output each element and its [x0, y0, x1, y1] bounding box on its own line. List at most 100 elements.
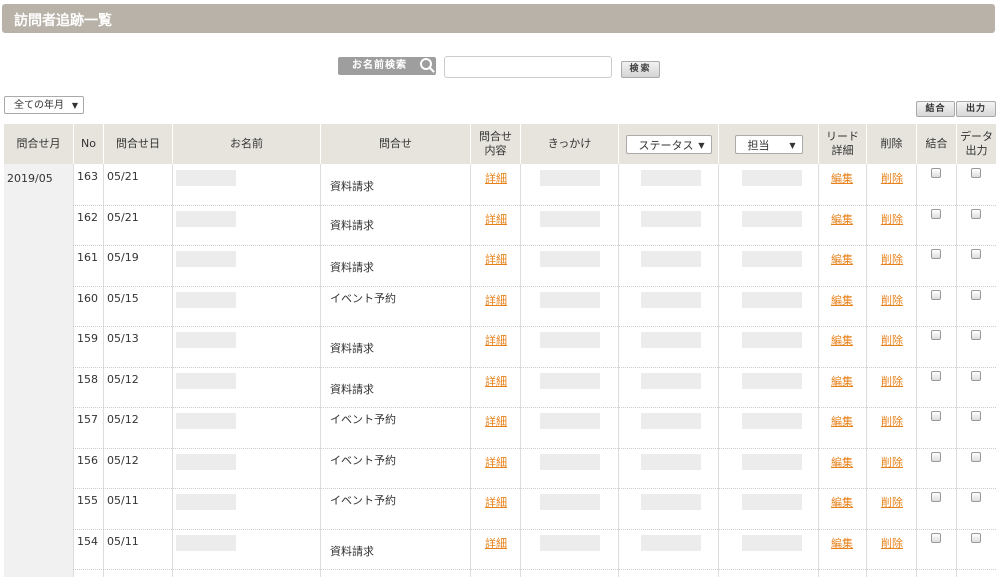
merge-checkbox[interactable] [931, 370, 941, 381]
table-row: 161 05/19 資料請求 詳細 編集 削除 [73, 245, 996, 287]
edit-link[interactable]: 編集 [831, 413, 853, 429]
row-no: 156 [77, 453, 98, 467]
merge-checkbox[interactable] [931, 532, 941, 543]
row-date: 05/12 [107, 413, 139, 426]
merge-checkbox[interactable] [931, 330, 941, 340]
export-checkbox[interactable] [971, 168, 981, 178]
delete-link[interactable]: 削除 [881, 332, 903, 348]
row-status-blank [641, 332, 701, 348]
edit-link[interactable]: 編集 [831, 494, 853, 510]
delete-link[interactable]: 削除 [881, 251, 903, 267]
detail-link[interactable]: 詳細 [485, 332, 507, 348]
year-month-select[interactable]: 全ての年月 ▼ [4, 96, 84, 114]
merge-checkbox[interactable] [931, 492, 941, 502]
row-owner-blank [742, 453, 802, 470]
export-button[interactable]: 出力 [956, 101, 996, 117]
table-row: 163 05/21 資料請求 詳細 編集 削除 [73, 164, 996, 206]
detail-link[interactable]: 詳細 [485, 373, 507, 389]
row-trigger-blank [540, 210, 600, 227]
export-checkbox[interactable] [971, 451, 981, 462]
delete-link[interactable]: 削除 [881, 454, 903, 470]
detail-link[interactable]: 詳細 [485, 251, 507, 267]
owner-filter-label: 担当 [747, 138, 770, 152]
row-name-blank [176, 291, 236, 308]
owner-filter-select[interactable]: 担当 ▼ [734, 134, 803, 154]
table-row: 158 05/12 資料請求 詳細 編集 削除 [73, 367, 996, 408]
export-checkbox[interactable] [971, 249, 981, 259]
header-lead-line1: リード [826, 130, 859, 143]
row-trigger-blank [540, 170, 600, 186]
delete-link[interactable]: 削除 [881, 292, 903, 308]
row-trigger-blank [540, 494, 600, 510]
header-status: ステータス ▼ [618, 124, 718, 164]
merge-checkbox[interactable] [931, 208, 941, 219]
row-status-blank [641, 170, 701, 186]
row-name-blank [176, 332, 236, 348]
header-export-line1: データ [960, 130, 993, 143]
row-date: 05/11 [107, 494, 139, 507]
delete-link[interactable]: 削除 [881, 373, 903, 389]
row-date: 05/15 [107, 291, 139, 305]
detail-link[interactable]: 詳細 [485, 413, 507, 429]
search-button[interactable]: 検索 [621, 61, 660, 78]
export-checkbox[interactable] [971, 532, 981, 543]
row-no: 161 [77, 251, 98, 264]
row-no: 154 [77, 534, 98, 548]
delete-link[interactable]: 削除 [881, 211, 903, 227]
name-search-input[interactable] [444, 56, 612, 78]
delete-link[interactable]: 削除 [881, 170, 903, 186]
row-date: 05/12 [107, 453, 139, 467]
edit-link[interactable]: 編集 [831, 332, 853, 348]
merge-checkbox[interactable] [931, 451, 941, 462]
detail-link[interactable]: 詳細 [485, 292, 507, 308]
row-name-blank [176, 251, 236, 267]
edit-link[interactable]: 編集 [831, 251, 853, 267]
merge-checkbox[interactable] [931, 289, 941, 300]
status-filter-select[interactable]: ステータス ▼ [625, 134, 712, 154]
detail-link[interactable]: 詳細 [485, 535, 507, 551]
row-name-blank [176, 494, 236, 510]
merge-button[interactable]: 結合 [916, 101, 955, 117]
export-checkbox[interactable] [971, 370, 981, 381]
row-owner-blank [742, 494, 802, 510]
merge-checkbox[interactable] [931, 168, 941, 178]
table-row: 160 05/15 イベント予約 詳細 編集 削除 [73, 286, 996, 327]
row-inquiry: 資料請求 [330, 544, 374, 558]
detail-link[interactable]: 詳細 [485, 170, 507, 186]
row-owner-blank [742, 170, 802, 186]
delete-link[interactable]: 削除 [881, 535, 903, 551]
row-name-blank [176, 372, 236, 389]
month-value: 2019/05 [7, 172, 53, 185]
row-status-blank [641, 494, 701, 510]
edit-link[interactable]: 編集 [831, 535, 853, 551]
delete-link[interactable]: 削除 [881, 494, 903, 510]
row-status-blank [641, 413, 701, 429]
header-lead-line2: 詳細 [831, 144, 854, 157]
edit-link[interactable]: 編集 [831, 454, 853, 470]
detail-link[interactable]: 詳細 [485, 454, 507, 470]
merge-checkbox[interactable] [931, 411, 941, 421]
export-checkbox[interactable] [971, 289, 981, 300]
detail-link[interactable]: 詳細 [485, 211, 507, 227]
row-date: 05/11 [107, 534, 139, 548]
header-date: 問合せ日 [103, 124, 172, 164]
row-inquiry: イベント予約 [330, 494, 396, 507]
export-checkbox[interactable] [971, 330, 981, 340]
merge-checkbox[interactable] [931, 249, 941, 259]
export-checkbox[interactable] [971, 411, 981, 421]
edit-link[interactable]: 編集 [831, 373, 853, 389]
row-trigger-blank [540, 372, 600, 389]
export-checkbox[interactable] [971, 208, 981, 219]
row-status-blank [641, 372, 701, 389]
row-no: 159 [77, 332, 98, 345]
row-no: 160 [77, 291, 98, 305]
detail-link[interactable]: 詳細 [485, 494, 507, 510]
status-filter-label: ステータス [638, 138, 694, 152]
export-checkbox[interactable] [971, 492, 981, 502]
header-trigger: きっかけ [520, 124, 618, 164]
edit-link[interactable]: 編集 [831, 292, 853, 308]
delete-link[interactable]: 削除 [881, 413, 903, 429]
edit-link[interactable]: 編集 [831, 211, 853, 227]
edit-link[interactable]: 編集 [831, 170, 853, 186]
row-no: 155 [77, 494, 98, 507]
